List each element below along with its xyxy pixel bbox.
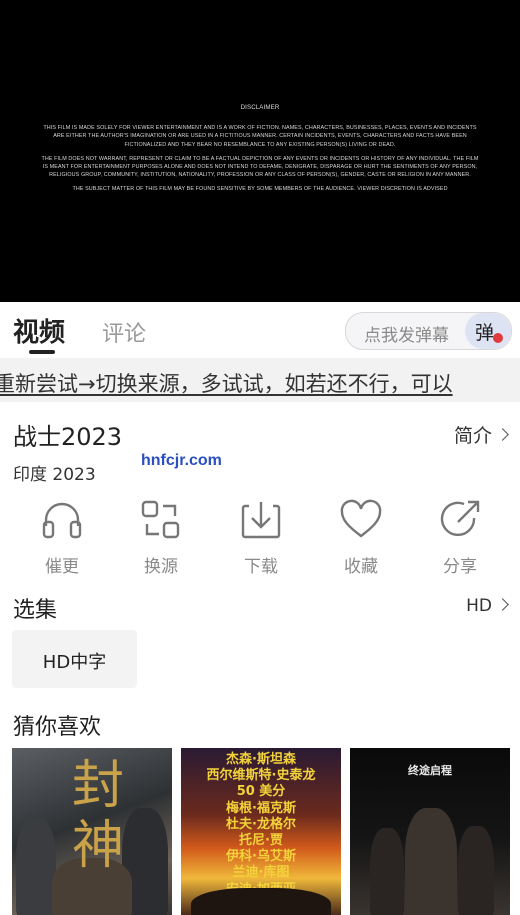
- remind-update-button[interactable]: 催更: [12, 498, 112, 580]
- share-button[interactable]: 分享: [410, 498, 510, 580]
- danmu-placeholder: 点我发弹幕: [364, 326, 449, 346]
- notice-text[interactable]: 重新尝试→切换来源，多试试，如若还不行，可以: [0, 368, 453, 398]
- action-label: 收藏: [344, 557, 378, 577]
- poster-figure: [16, 818, 56, 915]
- poster-credits: 杰森·斯坦森 西尔维斯特·史泰龙 50 美分 梅根·福克斯 杜夫·龙格尔 托尼·…: [206, 752, 316, 897]
- episode-item[interactable]: HD中字: [12, 630, 137, 688]
- poster-figure: [458, 826, 494, 915]
- quality-label: HD: [466, 596, 492, 616]
- tab-active-indicator: [29, 350, 55, 354]
- action-bar: 催更 换源 下载 收藏 分享: [0, 498, 520, 580]
- poster-figure: [370, 828, 404, 915]
- recommend-title: 猜你喜欢: [13, 715, 102, 740]
- disclaimer-text: DISCLAIMER THIS FILM IS MADE SOLELY FOR …: [40, 104, 480, 200]
- video-player[interactable]: DISCLAIMER THIS FILM IS MADE SOLELY FOR …: [0, 0, 520, 302]
- disclaimer-paragraph: THE FILM DOES NOT WARRANT, REPRESENT OR …: [41, 155, 479, 179]
- video-title: 战士2023: [13, 423, 123, 451]
- action-label: 换源: [144, 557, 178, 577]
- download-icon: [241, 502, 281, 539]
- danmu-button-label: 弹: [475, 322, 495, 344]
- tab-comment[interactable]: 评论: [102, 316, 146, 348]
- recommend-poster[interactable]: 杰森·斯坦森 西尔维斯特·史泰龙 50 美分 梅根·福克斯 杜夫·龙格尔 托尼·…: [181, 748, 341, 915]
- episodes-title: 选集: [13, 598, 58, 623]
- switch-source-icon: [141, 500, 180, 539]
- danmu-toggle-button[interactable]: 弹: [465, 313, 511, 349]
- poster-title: 终途启程: [408, 764, 452, 777]
- disclaimer-heading: DISCLAIMER: [240, 104, 280, 111]
- intro-label: 简介: [453, 425, 492, 447]
- download-button[interactable]: 下载: [211, 498, 311, 580]
- disclaimer-paragraph: THIS FILM IS MADE SOLELY FOR VIEWER ENTE…: [43, 125, 477, 148]
- share-icon: [440, 500, 480, 537]
- episode-label: HD中字: [42, 652, 107, 673]
- favorite-button[interactable]: 收藏: [311, 498, 411, 580]
- action-label: 下载: [244, 557, 278, 577]
- recommend-poster[interactable]: 封神: [12, 748, 172, 915]
- action-label: 分享: [443, 557, 477, 577]
- switch-source-button[interactable]: 换源: [111, 498, 211, 580]
- tab-bar: 视频 评论 点我发弹幕 弹: [0, 302, 520, 358]
- chevron-right-icon: [496, 428, 509, 441]
- danmu-input[interactable]: 点我发弹幕 弹: [345, 312, 512, 350]
- video-meta: 印度 2023: [13, 465, 96, 485]
- notice-marquee[interactable]: 重新尝试→切换来源，多试试，如若还不行，可以: [0, 358, 520, 402]
- intro-link[interactable]: 简介: [453, 421, 509, 448]
- disclaimer-paragraph: THE SUBJECT MATTER OF THIS FILM MAY BE F…: [72, 186, 448, 193]
- headphones-icon: [42, 502, 82, 539]
- watermark-text: hnfcjr.com: [141, 452, 222, 469]
- poster-figure: [405, 808, 457, 915]
- chevron-right-icon: [496, 598, 509, 611]
- poster-figures: [191, 888, 331, 915]
- danmu-status-dot-icon: [493, 333, 503, 343]
- heart-icon: [340, 499, 382, 538]
- recommend-poster[interactable]: 终途启程: [350, 748, 510, 915]
- action-label: 催更: [45, 557, 79, 577]
- quality-selector[interactable]: HD: [466, 596, 509, 616]
- poster-title: 封神: [72, 756, 125, 876]
- tab-video[interactable]: 视频: [13, 312, 65, 349]
